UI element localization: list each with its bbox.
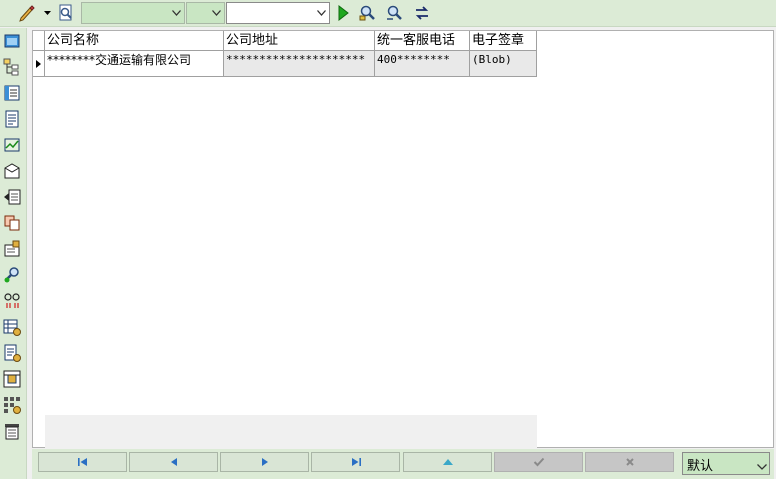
copy-icon[interactable] (3, 214, 21, 232)
pencil-icon[interactable] (16, 3, 38, 23)
first-record-button[interactable] (38, 452, 127, 472)
find-icon[interactable] (358, 3, 378, 23)
user-search-icon[interactable] (3, 266, 21, 284)
next-record-button[interactable] (220, 452, 309, 472)
table-row[interactable]: ********交通运输有限公司 ********************* 4… (33, 51, 537, 77)
insert-record-icon (442, 459, 453, 465)
first-record-icon (77, 458, 87, 466)
image-icon[interactable] (3, 370, 21, 388)
left-toolbar (0, 28, 27, 479)
column-header-company-address[interactable]: 公司地址 (224, 31, 375, 51)
window-icon[interactable] (3, 32, 21, 50)
record-navigator: 默认 (32, 449, 774, 479)
post-record-button[interactable] (494, 452, 583, 472)
column-header-company-name[interactable]: 公司名称 (45, 31, 224, 51)
grid-footer-area (45, 415, 537, 448)
tree-icon[interactable] (3, 58, 21, 76)
list-icon[interactable] (3, 84, 21, 102)
last-record-button[interactable] (311, 452, 400, 472)
cell-company-address[interactable]: ********************* (224, 51, 375, 77)
cell-company-name[interactable]: ********交通运输有限公司 (45, 51, 224, 77)
print-icon[interactable] (3, 162, 21, 180)
play-icon[interactable] (334, 3, 352, 23)
settings-icon[interactable] (3, 240, 21, 258)
filter-value-combo[interactable] (226, 2, 330, 24)
filter-field-combo[interactable] (81, 2, 185, 24)
row-indicator (33, 51, 45, 77)
column-header-service-phone[interactable]: 统一客服电话 (375, 31, 470, 51)
report-settings-icon[interactable] (3, 344, 21, 362)
cancel-record-icon (625, 458, 634, 466)
table-settings-icon[interactable] (3, 318, 21, 336)
current-row-arrow-icon (36, 59, 41, 68)
cancel-record-button[interactable] (585, 452, 674, 472)
link-icon[interactable] (3, 292, 21, 310)
document-icon[interactable] (3, 110, 21, 128)
post-record-icon (533, 457, 544, 467)
view-mode-value: 默认 (687, 459, 714, 474)
find-next-icon[interactable] (385, 3, 405, 23)
archive-icon[interactable] (3, 422, 21, 440)
prior-record-button[interactable] (129, 452, 218, 472)
magnifier-page-icon[interactable] (56, 3, 76, 23)
prior-record-icon (170, 458, 177, 466)
export-icon[interactable] (3, 188, 21, 206)
chevron-down-icon[interactable] (757, 459, 767, 474)
chevron-down-icon[interactable] (313, 3, 329, 23)
grid-settings-icon[interactable] (3, 396, 21, 414)
data-grid-panel: 公司名称 公司地址 统一客服电话 电子签章 ********交通运输有限公司 *… (32, 30, 774, 448)
header-indicator (33, 31, 45, 51)
view-mode-combo[interactable]: 默认 (682, 452, 770, 475)
cell-service-phone[interactable]: 400******** (375, 51, 470, 77)
next-record-icon (261, 458, 268, 466)
filter-operator-combo[interactable] (186, 2, 225, 24)
top-toolbar (0, 0, 776, 27)
insert-record-button[interactable] (403, 452, 492, 472)
cell-e-signature[interactable]: (Blob) (470, 51, 537, 77)
grid-header: 公司名称 公司地址 统一客服电话 电子签章 (33, 31, 537, 51)
chevron-down-icon[interactable] (168, 3, 184, 23)
last-record-icon (351, 458, 361, 466)
chart-icon[interactable] (3, 136, 21, 154)
refresh-link-icon[interactable] (412, 3, 432, 23)
chevron-down-icon[interactable] (208, 3, 224, 23)
column-header-e-signature[interactable]: 电子签章 (470, 31, 537, 51)
dropdown-arrow-icon[interactable] (42, 3, 52, 23)
data-grid: 公司名称 公司地址 统一客服电话 电子签章 ********交通运输有限公司 *… (33, 31, 537, 77)
